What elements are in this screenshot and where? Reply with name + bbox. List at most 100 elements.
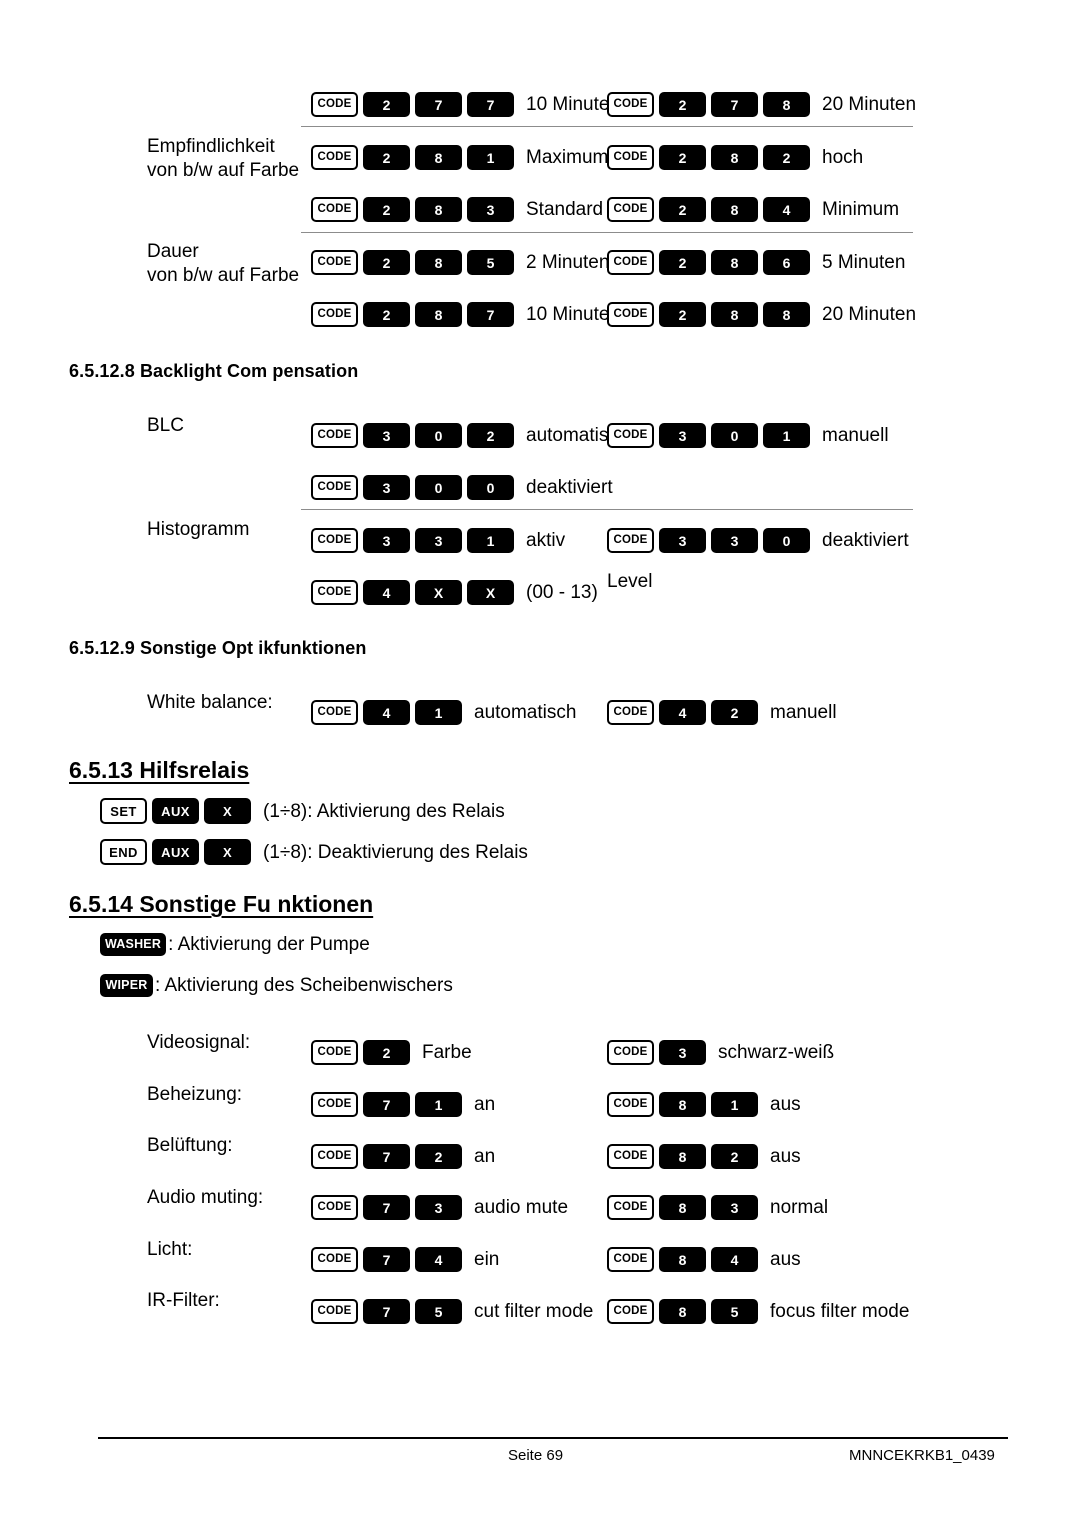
digit-key: 3: [659, 423, 706, 448]
keysequence-row: CODE 2 7 7 10 Minuten: [311, 92, 620, 117]
digit-key: 8: [415, 302, 462, 327]
code-key: CODE: [607, 302, 654, 327]
key-description: focus filter mode: [770, 1301, 910, 1322]
digit-key: 8: [415, 145, 462, 170]
document-code: MNNCEKRKB1_0439: [849, 1447, 995, 1464]
keysequence-row: CODE 3 3 1 aktiv: [311, 528, 565, 553]
digit-key: 1: [415, 700, 462, 725]
digit-key: 2: [711, 700, 758, 725]
digit-key: 4: [711, 1247, 758, 1272]
digit-key: 2: [659, 92, 706, 117]
code-key: CODE: [311, 92, 358, 117]
key-description: 2 Minuten: [526, 252, 610, 273]
badge-description: : Aktivierung des Scheibenwischers: [155, 975, 453, 996]
digit-key: 2: [467, 423, 514, 448]
digit-key: 8: [415, 197, 462, 222]
digit-key: 7: [467, 92, 514, 117]
key-description: 20 Minuten: [822, 304, 917, 325]
placeholder-key: X: [415, 580, 462, 605]
digit-key: 7: [363, 1144, 410, 1169]
keysequence-row: CODE 3 schwarz-weiß: [607, 1040, 834, 1065]
digit-key: 3: [415, 1195, 462, 1220]
keysequence-row: CODE 2 8 4 Minimum: [607, 197, 899, 222]
heading-hilfsrelais: 6.5.13 Hilfsrelais: [69, 757, 250, 783]
washer-key: WASHER: [100, 933, 167, 956]
keysequence-row: CODE 2 8 2 hoch: [607, 145, 863, 170]
digit-key: 2: [363, 145, 410, 170]
row-label-beheizung: Beheizung:: [147, 1084, 243, 1105]
keysequence-row: CODE 4 2 manuell: [607, 700, 837, 725]
keysequence-row: CODE 8 1 aus: [607, 1092, 801, 1117]
digit-key: 6: [763, 250, 810, 275]
digit-key: 2: [659, 250, 706, 275]
row-label-empfindlichkeit: Empfindlichkeit von b/w auf Farbe: [147, 135, 299, 183]
keysequence-row: CODE 4 1 automatisch: [311, 700, 576, 725]
digit-key: 7: [363, 1092, 410, 1117]
placeholder-key: X: [467, 580, 514, 605]
keysequence-row: CODE 2 8 7 10 Minuten: [311, 302, 620, 327]
keysequence-row: CODE 7 4 ein: [311, 1247, 499, 1272]
key-description: 5 Minuten: [822, 252, 906, 273]
badge-description: : Aktivierung der Pumpe: [168, 934, 370, 955]
digit-key: 8: [763, 92, 810, 117]
code-key: CODE: [311, 250, 358, 275]
digit-key: 8: [659, 1092, 706, 1117]
table-separator: [301, 509, 913, 510]
digit-key: 7: [363, 1299, 410, 1324]
digit-key: 3: [363, 475, 410, 500]
key-description: Farbe: [422, 1042, 472, 1063]
level-label: Level: [607, 571, 653, 592]
badge-row-wiper: WIPER : Aktivierung des Scheibenwischers: [100, 974, 453, 997]
digit-key: 3: [659, 1040, 706, 1065]
key-description: ein: [474, 1249, 500, 1270]
aux-key: AUX: [152, 839, 199, 865]
code-key: CODE: [607, 1040, 654, 1065]
label-line-1: Dauer: [147, 241, 199, 262]
key-description: audio mute: [474, 1197, 569, 1218]
code-key: CODE: [311, 1195, 358, 1220]
row-label-audio-muting: Audio muting:: [147, 1187, 264, 1208]
table-separator: [301, 126, 913, 127]
digit-key: 2: [363, 92, 410, 117]
keysequence-row: CODE 8 2 aus: [607, 1144, 801, 1169]
keysequence-row: CODE 4 X X (00 - 13): [311, 580, 598, 605]
page-number: Seite 69: [508, 1447, 564, 1464]
code-key: CODE: [607, 197, 654, 222]
code-key: CODE: [607, 1092, 654, 1117]
aux-key: AUX: [152, 798, 199, 824]
row-label-ir-filter: IR-Filter:: [147, 1290, 220, 1311]
row-label-histogramm: Histogramm: [147, 519, 250, 540]
digit-key: 2: [363, 1040, 410, 1065]
key-description: an: [474, 1146, 496, 1167]
placeholder-key: X: [204, 839, 251, 865]
badge-row-washer: WASHER : Aktivierung der Pumpe: [100, 933, 370, 956]
digit-key: 8: [711, 250, 758, 275]
digit-key: 4: [363, 700, 410, 725]
digit-key: 2: [659, 302, 706, 327]
label-line-2: von b/w auf Farbe: [147, 265, 300, 286]
row-label-licht: Licht:: [147, 1239, 193, 1260]
keysequence-row: CODE 8 3 normal: [607, 1195, 828, 1220]
table-separator: [301, 232, 913, 233]
code-key: CODE: [311, 528, 358, 553]
digit-key: 4: [363, 580, 410, 605]
key-description: (1÷8): Deaktivierung des Relais: [263, 841, 528, 863]
heading-sonstige-optikfunktionen: 6.5.12.9 Sonstige Opt ikfunktionen: [69, 638, 367, 658]
document-page: CODE 2 7 7 10 Minuten CODE 2 7 8 20 Minu…: [0, 0, 1080, 1528]
digit-key: 8: [711, 145, 758, 170]
code-key: CODE: [311, 145, 358, 170]
key-description: aus: [770, 1094, 801, 1115]
digit-key: 1: [763, 423, 810, 448]
keysequence-row: CODE 7 3 audio mute: [311, 1195, 568, 1220]
end-key: END: [100, 839, 147, 865]
code-key: CODE: [311, 302, 358, 327]
heading-backlight-compensation: 6.5.12.8 Backlight Com pensation: [69, 361, 359, 381]
key-description: deaktiviert: [526, 477, 613, 498]
key-description: cut filter mode: [474, 1301, 594, 1322]
digit-key: 8: [711, 302, 758, 327]
digit-key: 7: [711, 92, 758, 117]
set-key: SET: [100, 798, 147, 824]
digit-key: 3: [467, 197, 514, 222]
key-description: manuell: [770, 702, 837, 723]
keysequence-row: CODE 2 7 8 20 Minuten: [607, 92, 916, 117]
